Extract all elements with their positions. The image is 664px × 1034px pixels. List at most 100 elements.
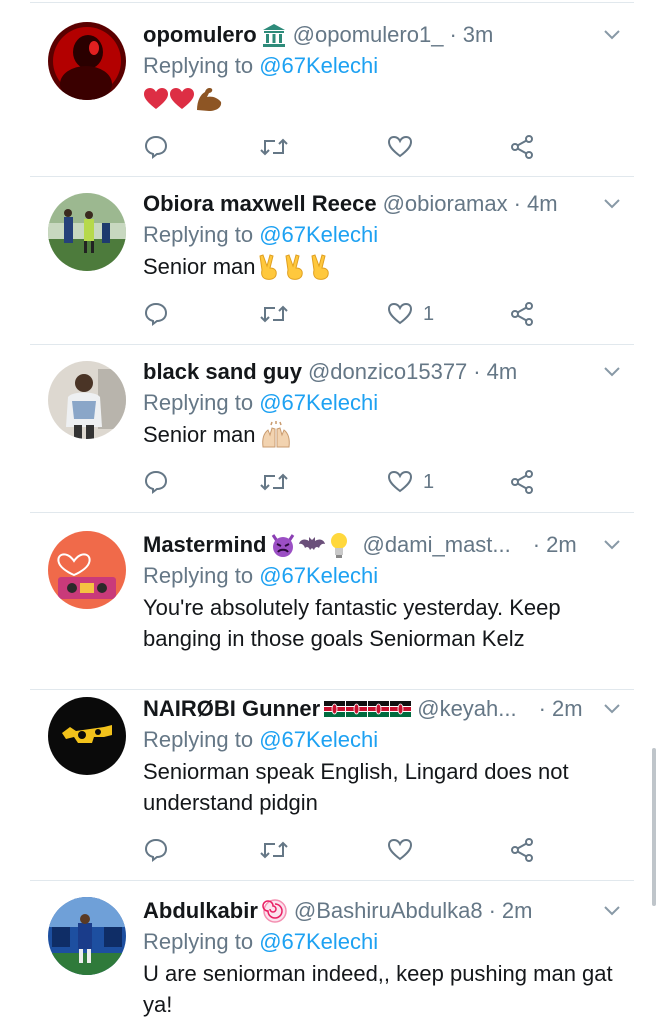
user-handle[interactable]: @opomulero1_ [293,20,444,50]
chevron-down-icon[interactable] [600,20,624,50]
divider [30,880,634,881]
chevron-down-icon[interactable] [600,357,624,387]
tweet-header: opomulero @opomulero1_ · 3m [143,20,624,50]
user-handle[interactable]: @BashiruAbdulka8 [294,896,483,926]
chevron-down-icon[interactable] [600,896,624,926]
victory-hand-icon [258,253,277,280]
reply-icon [144,302,168,326]
retweet-button[interactable] [259,297,289,331]
classical-building-icon [262,24,285,47]
avatar[interactable] [48,22,126,100]
reply-icon [144,135,168,159]
display-name[interactable]: black sand guy [143,357,302,387]
reply-button[interactable] [143,297,169,331]
mention-link[interactable]: @67Kelechi [259,390,378,415]
avatar[interactable] [48,531,126,609]
retweet-icon [260,138,288,156]
tweet-header: Abdulkabir @BashiruAbdulka8 · 2m [143,896,624,926]
mention-link[interactable]: @67Kelechi [259,563,378,588]
share-button[interactable] [509,833,535,867]
share-icon [511,302,533,326]
timestamp[interactable]: 4m [487,357,518,387]
user-handle[interactable]: @dami_mast... [362,530,510,560]
timestamp[interactable]: 2m [546,530,577,560]
timestamp[interactable]: 2m [502,896,533,926]
separator: · [449,22,457,47]
like-button[interactable] [387,833,413,867]
lollipop-icon [262,899,287,923]
kenya-flag-icon [368,701,390,717]
tweet-text-content: Seniorman speak English, Lingard does no… [143,759,569,815]
reply-button[interactable] [143,465,169,499]
separator: · [473,359,481,384]
victory-hand-icon [310,253,329,280]
red-heart-icon [144,88,168,109]
tweet-header: NAIRØBI Gunner @keyah... · 2m [143,694,624,724]
divider [30,2,634,3]
avatar[interactable] [48,361,126,439]
light-bulb-icon [331,533,348,558]
avatar[interactable] [48,697,126,775]
timestamp[interactable]: 2m [552,694,583,724]
mention-link[interactable]: @67Kelechi [259,929,378,954]
reply-icon [144,838,168,862]
retweet-button[interactable] [259,130,289,164]
user-handle[interactable]: @donzico15377 [308,357,467,387]
replying-to: Replying to @67Kelechi [143,724,624,756]
replying-to: Replying to @67Kelechi [143,560,624,592]
like-button[interactable]: 1 [387,465,434,499]
like-icon [387,302,413,325]
tweet-text: U are seniorman indeed,, keep pushing ma… [143,958,624,1020]
timestamp[interactable]: 4m [527,189,558,219]
display-name[interactable]: Abdulkabir [143,896,258,926]
retweet-button[interactable] [259,465,289,499]
mention-link[interactable]: @67Kelechi [259,222,378,247]
name-emojis [324,701,412,717]
mention-link[interactable]: @67Kelechi [259,53,378,78]
mention-link[interactable]: @67Kelechi [259,727,378,752]
replying-to: Replying to @67Kelechi [143,219,624,251]
display-name[interactable]: opomulero [143,20,257,50]
share-icon [511,470,533,494]
tweet-header: black sand guy @donzico15377 · 4m [143,357,624,387]
avatar[interactable] [48,897,126,975]
chevron-down-icon[interactable] [600,694,624,724]
separator: · [488,898,496,923]
display-name[interactable]: NAIRØBI Gunner [143,694,320,724]
display-name[interactable]: Mastermind [143,530,266,560]
like-icon [387,470,413,493]
scrollbar[interactable] [652,748,656,906]
reply-feed: opomulero @opomulero1_ · 3m Replying to … [0,0,664,1034]
tweet-text [143,82,624,116]
replying-label: Replying to [143,563,260,588]
retweet-button[interactable] [259,833,289,867]
tweet-actions: 1 [143,297,533,331]
user-handle[interactable]: @obioramax [383,189,508,219]
tweet-actions [143,130,533,164]
user-handle[interactable]: @keyah... [417,694,516,724]
like-count: 1 [423,470,435,493]
display-name[interactable]: Obiora maxwell Reece [143,189,377,219]
like-button[interactable] [387,130,413,164]
replying-label: Replying to [143,390,260,415]
reply-button[interactable] [143,130,169,164]
replying-to: Replying to @67Kelechi [143,387,624,419]
share-button[interactable] [509,130,535,164]
like-button[interactable]: 1 [387,297,434,331]
name-emojis [262,898,288,924]
avatar[interactable] [48,193,126,271]
kenya-flag-icon [390,701,412,717]
timestamp[interactable]: 3m [463,20,494,50]
reply-button[interactable] [143,833,169,867]
separator: · [538,696,546,721]
retweet-icon [260,305,288,323]
chevron-down-icon[interactable] [600,189,624,219]
share-button[interactable] [509,297,535,331]
share-button[interactable] [509,465,535,499]
share-icon [511,135,533,159]
like-icon [387,838,413,861]
chevron-down-icon[interactable] [600,530,624,560]
divider [30,176,634,177]
share-icon [511,838,533,862]
retweet-icon [260,841,288,859]
